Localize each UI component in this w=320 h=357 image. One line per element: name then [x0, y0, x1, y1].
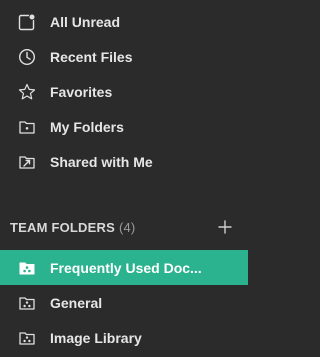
team-folder-icon — [17, 258, 37, 278]
shared-folder-icon — [17, 152, 37, 172]
star-icon — [17, 82, 37, 102]
team-folders-title-text: TEAM FOLDERS — [10, 220, 115, 235]
team-folder-label: Frequently Used Doc... — [50, 259, 202, 276]
nav-item-label: My Folders — [50, 118, 124, 135]
nav-item-all-unread[interactable]: All Unread — [0, 4, 248, 39]
team-folder-icon — [17, 328, 37, 348]
nav-item-shared-with-me[interactable]: Shared with Me — [0, 144, 248, 179]
team-folder-general[interactable]: General — [0, 285, 248, 320]
add-team-folder-button[interactable] — [216, 218, 234, 236]
team-folders-header: TEAM FOLDERS (4) — [0, 216, 248, 240]
clock-icon — [17, 47, 37, 67]
team-folder-label: Image Library — [50, 329, 142, 346]
nav-item-label: All Unread — [50, 13, 121, 30]
nav-item-label: Recent Files — [50, 48, 133, 65]
nav-item-label: Favorites — [50, 83, 113, 100]
team-folder-label: General — [50, 294, 103, 311]
nav-item-my-folders[interactable]: My Folders — [0, 109, 248, 144]
folder-icon — [17, 117, 37, 137]
nav-item-favorites[interactable]: Favorites — [0, 74, 248, 109]
team-folders-title: TEAM FOLDERS (4) — [10, 220, 135, 235]
nav-item-recent-files[interactable]: Recent Files — [0, 39, 248, 74]
sidebar: All Unread Recent Files Favorites My Fol… — [0, 0, 248, 357]
team-folder-frequently-used-docs[interactable]: Frequently Used Doc... — [0, 250, 248, 285]
team-folder-image-library[interactable]: Image Library — [0, 320, 248, 355]
all-unread-icon — [17, 12, 37, 32]
team-folders-count: (4) — [118, 220, 136, 235]
team-folder-icon — [17, 293, 37, 313]
plus-icon — [218, 220, 232, 234]
nav-item-label: Shared with Me — [50, 153, 153, 170]
